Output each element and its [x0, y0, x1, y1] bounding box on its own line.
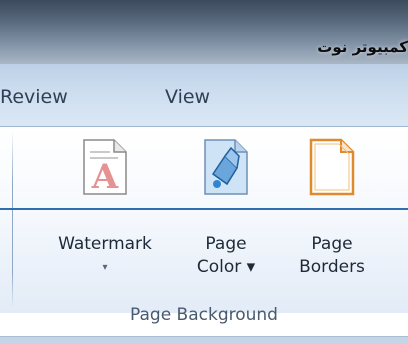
- page-borders-button[interactable]: Page Borders: [284, 130, 380, 294]
- title-bar: كمبيوتر نوت: [0, 0, 408, 64]
- tab-review[interactable]: Review: [0, 86, 68, 108]
- watermark-icon: A: [82, 138, 128, 200]
- page-borders-label-line2: Borders: [299, 257, 365, 277]
- watermark-label-line1: Watermark: [58, 234, 152, 254]
- window-title: كمبيوتر نوت: [317, 38, 408, 56]
- page-borders-label: Page Borders: [284, 233, 380, 279]
- page-color-icon: [203, 138, 249, 200]
- page-borders-label-line1: Page: [311, 234, 353, 254]
- tab-view[interactable]: View: [165, 86, 210, 108]
- overlay-line: [0, 208, 408, 210]
- watermark-button[interactable]: A Watermark ▾: [30, 130, 180, 294]
- page-borders-icon: [309, 138, 355, 200]
- watermark-dropdown-arrow[interactable]: ▾: [30, 256, 180, 279]
- watermark-label: Watermark ▾: [30, 233, 180, 279]
- page-color-label-line2[interactable]: Color ▾: [186, 256, 266, 279]
- page-color-button[interactable]: Page Color ▾: [186, 130, 266, 294]
- page-color-label-line1: Page: [205, 234, 247, 254]
- group-divider: [12, 130, 13, 308]
- ribbon-tab-strip: Review View: [0, 64, 408, 127]
- group-label: Page Background: [130, 305, 278, 325]
- svg-text:A: A: [91, 157, 119, 196]
- page-color-label: Page Color ▾: [186, 233, 266, 279]
